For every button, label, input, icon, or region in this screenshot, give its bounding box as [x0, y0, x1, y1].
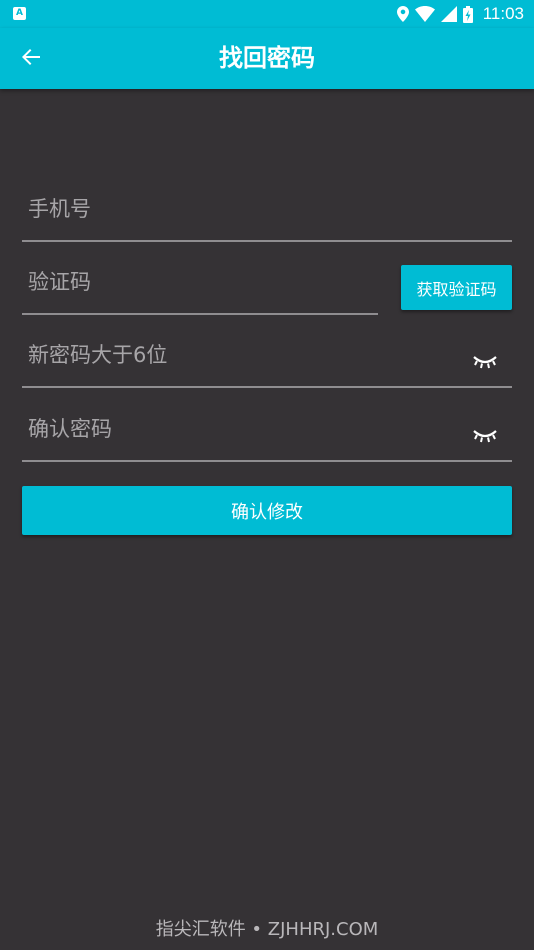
- eye-closed-icon[interactable]: [472, 428, 498, 444]
- page-title: 找回密码: [219, 44, 315, 72]
- confirm-password-input[interactable]: [22, 400, 512, 458]
- get-verification-code-button[interactable]: 获取验证码: [401, 265, 512, 310]
- status-icons: 11:03: [396, 0, 524, 28]
- verification-code-field: [22, 253, 378, 315]
- status-bar: A 11:03: [0, 0, 534, 28]
- app-bar: 找回密码: [0, 28, 534, 89]
- signal-icon: [440, 6, 457, 22]
- notification-app-icon: A: [13, 7, 26, 20]
- watermark-text: 指尖汇软件 • ZJHHRJ.COM: [155, 919, 379, 940]
- confirm-change-button[interactable]: 确认修改: [22, 486, 512, 535]
- new-password-field: [22, 326, 512, 388]
- location-icon: [396, 6, 409, 22]
- new-password-input[interactable]: [22, 326, 512, 384]
- phone-field: [22, 180, 512, 242]
- confirm-password-field: [22, 400, 512, 462]
- verification-code-input[interactable]: [22, 253, 378, 311]
- wifi-icon: [414, 6, 435, 22]
- battery-icon: [462, 5, 473, 23]
- eye-closed-icon[interactable]: [472, 354, 498, 370]
- phone-input[interactable]: [22, 180, 512, 238]
- status-time: 11:03: [482, 4, 524, 23]
